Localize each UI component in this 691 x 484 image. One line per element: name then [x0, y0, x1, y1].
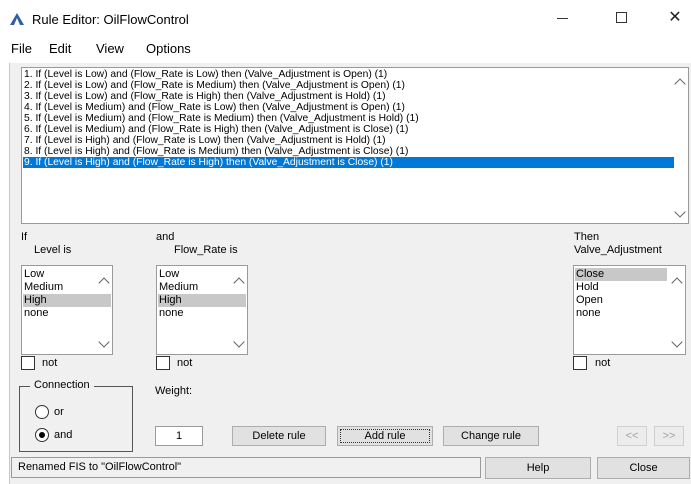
- then-not-label: not: [595, 357, 611, 369]
- then-header: Then: [574, 231, 600, 243]
- then-not-checkbox[interactable]: [573, 356, 587, 370]
- list-item-selected[interactable]: High: [23, 294, 111, 307]
- scroll-up-icon[interactable]: [233, 277, 245, 289]
- connection-legend: Connection: [30, 379, 94, 391]
- change-rule-button[interactable]: Change rule: [443, 426, 539, 446]
- and-radio[interactable]: [35, 428, 49, 442]
- matlab-icon: [10, 13, 24, 25]
- rule-item[interactable]: 4. If (Level is Medium) and (Flow_Rate i…: [23, 102, 674, 113]
- if-header: If: [21, 231, 28, 243]
- next-rule-button[interactable]: >>: [654, 426, 684, 446]
- list-item[interactable]: none: [158, 307, 232, 320]
- maximize-button[interactable]: [599, 6, 645, 30]
- if-listbox[interactable]: Low Medium High none: [21, 265, 113, 355]
- rule-item[interactable]: 2. If (Level is Low) and (Flow_Rate is M…: [23, 80, 674, 91]
- close-icon: ✕: [668, 9, 682, 26]
- weight-input[interactable]: 1: [155, 426, 203, 446]
- scroll-down-icon[interactable]: [98, 336, 110, 348]
- list-item[interactable]: Medium: [158, 281, 232, 294]
- weight-label: Weight:: [155, 385, 193, 397]
- list-item[interactable]: Low: [158, 268, 232, 281]
- scroll-down-icon[interactable]: [671, 336, 683, 348]
- list-item[interactable]: Low: [23, 268, 97, 281]
- menu-view[interactable]: View: [96, 41, 124, 56]
- list-item[interactable]: Medium: [23, 281, 97, 294]
- window-title: Rule Editor: OilFlowControl: [32, 12, 189, 27]
- rule-item[interactable]: 5. If (Level is Medium) and (Flow_Rate i…: [23, 113, 674, 124]
- scroll-up-icon[interactable]: [98, 277, 110, 289]
- list-item[interactable]: none: [23, 307, 97, 320]
- menu-edit[interactable]: Edit: [49, 41, 71, 56]
- if-not-label: not: [42, 357, 58, 369]
- if-not-checkbox[interactable]: [21, 356, 35, 370]
- list-item[interactable]: Hold: [575, 281, 667, 294]
- rule-item[interactable]: 8. If (Level is High) and (Flow_Rate is …: [23, 146, 674, 157]
- and-variable-label: Flow_Rate is: [174, 244, 238, 256]
- title-bar: Rule Editor: OilFlowControl ✕: [0, 0, 691, 36]
- previous-rule-button[interactable]: <<: [617, 426, 647, 446]
- list-item-selected[interactable]: Close: [575, 268, 667, 281]
- rule-item[interactable]: 1. If (Level is Low) and (Flow_Rate is L…: [23, 69, 674, 80]
- radio-selected-dot: [39, 432, 45, 438]
- rule-item-selected[interactable]: 9. If (Level is High) and (Flow_Rate is …: [23, 157, 674, 168]
- rule-item[interactable]: 3. If (Level is Low) and (Flow_Rate is H…: [23, 91, 674, 102]
- close-window-button[interactable]: ✕: [652, 6, 691, 30]
- focus-ring: [340, 429, 430, 443]
- connection-group: Connection or and: [19, 379, 133, 452]
- if-variable-label: Level is: [34, 244, 72, 256]
- scroll-down-icon[interactable]: [233, 336, 245, 348]
- maximize-icon: [616, 12, 627, 23]
- list-item[interactable]: none: [575, 307, 667, 320]
- minimize-icon: [557, 18, 568, 19]
- menu-bar: File Edit View Options: [0, 38, 691, 60]
- then-listbox[interactable]: Close Hold Open none: [573, 265, 686, 355]
- status-bar: Renamed FIS to "OilFlowControl": [11, 457, 481, 478]
- and-header: and: [156, 231, 175, 243]
- and-listbox[interactable]: Low Medium High none: [156, 265, 248, 355]
- rule-item[interactable]: 6. If (Level is Medium) and (Flow_Rate i…: [23, 124, 674, 135]
- scroll-up-icon[interactable]: [671, 277, 683, 289]
- list-item[interactable]: Open: [575, 294, 667, 307]
- and-label: and: [54, 429, 73, 441]
- and-not-checkbox[interactable]: [156, 356, 170, 370]
- and-not-label: not: [177, 357, 193, 369]
- help-button[interactable]: Help: [485, 457, 591, 479]
- menu-options[interactable]: Options: [146, 41, 191, 56]
- then-variable-label: Valve_Adjustment: [574, 244, 662, 256]
- list-item-selected[interactable]: High: [158, 294, 246, 307]
- add-rule-button[interactable]: Add rule: [337, 426, 433, 446]
- menu-file[interactable]: File: [11, 41, 32, 56]
- minimize-button[interactable]: [540, 6, 586, 30]
- scroll-down-icon[interactable]: [674, 206, 686, 218]
- rule-item[interactable]: 7. If (Level is High) and (Flow_Rate is …: [23, 135, 674, 146]
- rules-list[interactable]: 1. If (Level is Low) and (Flow_Rate is L…: [21, 67, 689, 224]
- or-label: or: [54, 406, 64, 418]
- scroll-up-icon[interactable]: [674, 78, 686, 90]
- rule-editor-panel: 1. If (Level is Low) and (Flow_Rate is L…: [9, 63, 691, 484]
- delete-rule-button[interactable]: Delete rule: [232, 426, 326, 446]
- close-button[interactable]: Close: [597, 457, 690, 479]
- or-radio[interactable]: [35, 405, 49, 419]
- rules-scrollbar[interactable]: [673, 68, 688, 223]
